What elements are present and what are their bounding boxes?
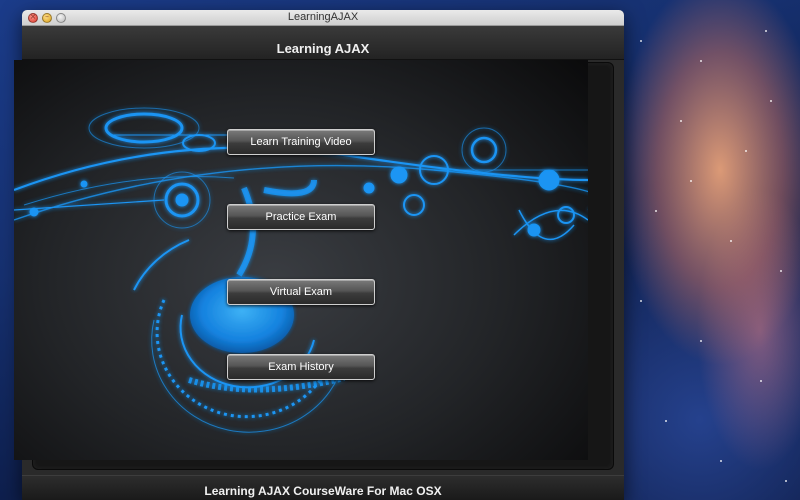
exam-history-button[interactable]: Exam History [227, 354, 375, 380]
tech-circuit-artwork [14, 107, 588, 433]
window-titlebar[interactable]: × – LearningAJAX [22, 10, 624, 26]
window-title: LearningAJAX [287, 11, 359, 23]
virtual-exam-button[interactable]: Virtual Exam [227, 279, 375, 305]
practice-exam-button[interactable]: Practice Exam [227, 204, 375, 230]
main-menu-panel: Learn Training Video Practice Exam Virtu… [14, 60, 588, 460]
learn-training-video-button[interactable]: Learn Training Video [227, 129, 375, 155]
page-title: Learning AJAX [276, 41, 370, 56]
app-header: Learning AJAX [22, 26, 624, 60]
app-footer: Learning AJAX CourseWare For Mac OSX [22, 475, 624, 500]
footer-text: Learning AJAX CourseWare For Mac OSX [204, 484, 442, 498]
